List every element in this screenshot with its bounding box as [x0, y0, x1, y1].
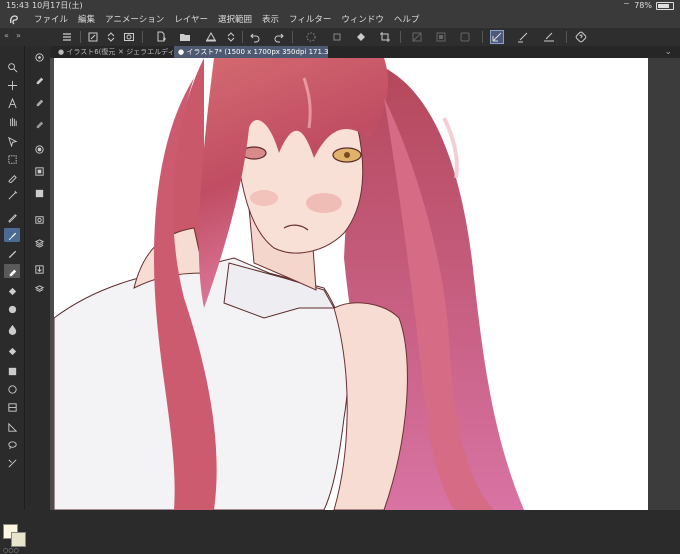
balloon-icon[interactable]	[4, 438, 20, 452]
new-canvas-icon[interactable]	[86, 30, 100, 44]
mask-icon[interactable]	[458, 30, 472, 44]
tab-illust6[interactable]: ● イラスト6(復元	[54, 46, 120, 58]
menu-file[interactable]: ファイル	[34, 12, 68, 28]
command-bar	[28, 28, 680, 46]
pencil-icon[interactable]	[4, 246, 20, 260]
menu-selection[interactable]: 選択範囲	[218, 12, 252, 28]
import-icon[interactable]	[31, 262, 47, 276]
app-logo-icon[interactable]	[8, 14, 20, 26]
frame-icon[interactable]	[4, 364, 20, 378]
fit-icon[interactable]	[122, 30, 136, 44]
color-swatch[interactable]	[3, 524, 26, 547]
save-icon[interactable]	[204, 30, 218, 44]
brush-icon[interactable]	[4, 228, 20, 242]
redo-icon[interactable]	[272, 30, 286, 44]
transform-icon[interactable]	[330, 30, 344, 44]
zoom-icon[interactable]	[4, 60, 20, 74]
undo-icon[interactable]	[248, 30, 262, 44]
layer-icon[interactable]	[31, 142, 47, 156]
menu-window[interactable]: ウィンドウ	[341, 12, 384, 28]
fill-icon[interactable]	[354, 30, 368, 44]
transparent-color-icon[interactable]: ○○○	[3, 547, 19, 554]
clear-outside-icon[interactable]	[434, 30, 448, 44]
sub-tool-palette	[24, 46, 51, 510]
hard-eraser-icon[interactable]	[31, 72, 47, 86]
menu-filter[interactable]: フィルター	[289, 12, 331, 28]
battery-percent: 78%	[634, 1, 652, 10]
wifi-icon: ⌔	[622, 1, 631, 10]
drawing-canvas[interactable]	[54, 58, 648, 510]
clear-icon[interactable]	[410, 30, 424, 44]
panel-collapse[interactable]: « »	[0, 28, 28, 46]
loading-icon[interactable]	[304, 30, 318, 44]
correct-line-icon[interactable]	[4, 456, 20, 470]
figure-icon[interactable]	[4, 344, 20, 358]
menu-view[interactable]: 表示	[262, 12, 279, 28]
fill-bucket-icon[interactable]	[4, 284, 20, 298]
eyedropper-icon[interactable]	[4, 170, 20, 184]
battery-icon	[656, 2, 674, 10]
tab-jerard[interactable]: ✕ ジェラエルディ	[114, 46, 180, 58]
eraser-icon[interactable]	[4, 264, 20, 278]
menu-layer[interactable]: レイヤー	[174, 12, 208, 28]
status-time: 15:43	[6, 1, 30, 10]
shape-circle-icon[interactable]	[4, 382, 20, 396]
ios-status-bar: 15:43 10月17日(土) ⌔ 78%	[0, 0, 680, 12]
move-icon[interactable]	[4, 78, 20, 92]
tab-illust7[interactable]: ● イラスト7* (1500 x 1700px 350dpi 171.3%)	[174, 46, 328, 58]
menu-edit[interactable]: 編集	[78, 12, 95, 28]
stabilizer-icon[interactable]	[490, 30, 504, 44]
right-panel	[648, 58, 680, 510]
magic-wand-icon[interactable]	[4, 188, 20, 202]
new-file-icon[interactable]	[154, 30, 168, 44]
illustration	[54, 58, 524, 510]
hand-icon[interactable]	[4, 114, 20, 128]
text-icon[interactable]	[4, 96, 20, 110]
sub-zoom-icon[interactable]	[31, 50, 47, 64]
menu-icon[interactable]	[60, 30, 74, 44]
toggle-icon[interactable]	[104, 30, 118, 44]
toggle-down-icon[interactable]	[224, 30, 238, 44]
menu-animation[interactable]: アニメーション	[105, 12, 164, 28]
gradient-icon[interactable]	[4, 322, 20, 336]
status-date: 10月17日(土)	[32, 1, 83, 10]
rough-eraser-icon[interactable]	[31, 116, 47, 130]
operation-icon[interactable]	[4, 134, 20, 148]
status-right: ⌔ 78%	[623, 0, 674, 12]
tool-palette: ○○○	[0, 46, 26, 554]
menu-help[interactable]: ヘルプ	[394, 12, 420, 28]
layers-icon[interactable]	[31, 282, 47, 296]
material-icon[interactable]	[31, 212, 47, 226]
chevron-down-icon[interactable]: ⌄	[664, 46, 672, 58]
pen-icon[interactable]	[4, 210, 20, 224]
collapse-right-icon[interactable]: »	[16, 31, 21, 40]
help-icon[interactable]	[574, 30, 588, 44]
canvas-tab-bar: ● イラスト6(復元 ✕ ジェラエルディ ● イラスト7* (1500 x 17…	[50, 46, 680, 58]
color-wheel-icon[interactable]	[31, 186, 47, 200]
collapse-left-icon[interactable]: «	[4, 31, 9, 40]
selection-icon[interactable]	[4, 152, 20, 166]
layer-stack-icon[interactable]	[31, 236, 47, 250]
menu-bar: ファイル 編集 アニメーション レイヤー 選択範囲 表示 フィルター ウィンドウ…	[0, 12, 680, 28]
brush-settings-icon[interactable]	[516, 30, 530, 44]
pen-pressure-icon[interactable]	[542, 30, 556, 44]
ruler-icon[interactable]	[4, 420, 20, 434]
sub-color[interactable]	[11, 532, 26, 547]
blend-icon[interactable]	[4, 302, 20, 316]
navigator-icon[interactable]	[31, 164, 47, 178]
crop-icon[interactable]	[378, 30, 392, 44]
open-folder-icon[interactable]	[178, 30, 192, 44]
soft-eraser-icon[interactable]	[31, 94, 47, 108]
frame-border-icon[interactable]	[4, 400, 20, 414]
